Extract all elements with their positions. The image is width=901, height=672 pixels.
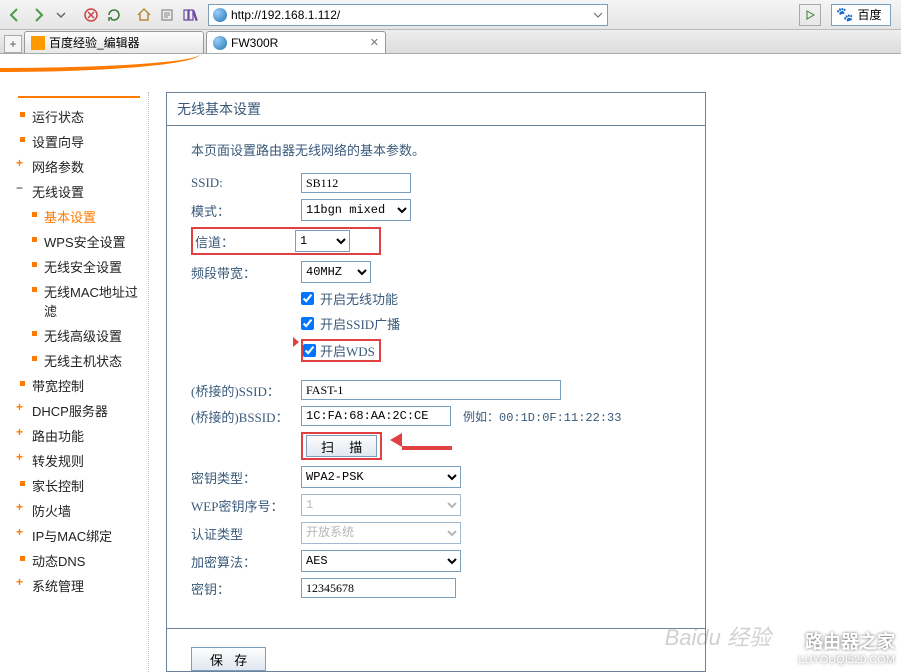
- bandwidth-label: 频段带宽：: [191, 263, 301, 282]
- key-type-label: 密钥类型：: [191, 468, 301, 487]
- baidu-watermark: Baidu 经验: [665, 620, 771, 652]
- sidebar-item-host-status[interactable]: 无线主机状态: [30, 348, 140, 373]
- tab-label: FW300R: [231, 36, 278, 50]
- reload-button[interactable]: [103, 4, 125, 26]
- mode-label: 模式：: [191, 201, 301, 220]
- library-button[interactable]: [179, 4, 201, 26]
- enable-wifi-checkbox[interactable]: [301, 292, 314, 305]
- arrow-marker-icon: [293, 337, 299, 347]
- favicon-icon: [213, 36, 227, 50]
- sidebar-item-mac-filter[interactable]: 无线MAC地址过滤: [30, 279, 140, 323]
- ssid-input[interactable]: [301, 173, 411, 193]
- enable-wifi-label: 开启无线功能: [320, 289, 398, 308]
- bridge-bssid-label: (桥接的)BSSID：: [191, 407, 301, 426]
- mode-select[interactable]: 11bgn mixed: [301, 199, 411, 221]
- browser-toolbar: 🐾 百度: [0, 0, 901, 30]
- sidebar-item-wireless-security[interactable]: 无线安全设置: [30, 254, 140, 279]
- home-button[interactable]: [133, 4, 155, 26]
- password-input[interactable]: [301, 578, 456, 598]
- sidebar-item-system[interactable]: 系统管理: [18, 573, 140, 598]
- wep-index-label: WEP密钥序号：: [191, 496, 301, 515]
- sidebar-nav: 运行状态 设置向导 网络参数 无线设置 基本设置 WPS安全设置 无线安全设置 …: [0, 92, 140, 672]
- sidebar-item-wizard[interactable]: 设置向导: [18, 129, 140, 154]
- stop-button[interactable]: [80, 4, 102, 26]
- search-engine-label: 百度: [857, 6, 881, 23]
- channel-select[interactable]: 1: [295, 230, 350, 252]
- panel-hint: 本页面设置路由器无线网络的基本参数。: [191, 140, 681, 159]
- bridge-bssid-input[interactable]: [301, 406, 451, 426]
- brand-arc: [0, 54, 200, 72]
- sidebar-item-dhcp[interactable]: DHCP服务器: [18, 398, 140, 423]
- vertical-divider: [148, 92, 158, 672]
- close-tab-icon[interactable]: ✕: [370, 36, 379, 49]
- site-icon: [213, 8, 227, 22]
- wds-highlight: 开启WDS: [301, 339, 381, 362]
- tab-fw300r[interactable]: FW300R ✕: [206, 31, 386, 53]
- bridge-ssid-input[interactable]: [301, 380, 561, 400]
- enable-ssid-label: 开启SSID广播: [320, 314, 400, 333]
- bridge-ssid-label: (桥接的)SSID：: [191, 381, 301, 400]
- search-box[interactable]: 🐾 百度: [831, 4, 891, 26]
- sidebar-item-wps[interactable]: WPS安全设置: [30, 229, 140, 254]
- encrypt-label: 加密算法：: [191, 552, 301, 571]
- dropdown-history-button[interactable]: [50, 4, 72, 26]
- panel-divider: [167, 628, 705, 629]
- save-button[interactable]: 保 存: [191, 647, 266, 671]
- url-input[interactable]: [231, 6, 589, 24]
- enable-ssid-checkbox[interactable]: [301, 317, 314, 330]
- ssid-label: SSID:: [191, 175, 301, 191]
- encrypt-select[interactable]: AES: [301, 550, 461, 572]
- tab-label: 百度经验_编辑器: [49, 34, 140, 51]
- url-dropdown-icon[interactable]: [593, 10, 603, 20]
- tab-baidu-editor[interactable]: 百度经验_编辑器: [24, 31, 204, 53]
- baidu-paw-icon: 🐾: [836, 6, 853, 23]
- new-tab-button[interactable]: +: [4, 35, 22, 53]
- panel-title: 无线基本设置: [167, 93, 705, 126]
- sidebar-item-wireless[interactable]: 无线设置: [18, 179, 140, 204]
- favicon-icon: [31, 36, 45, 50]
- settings-panel: 无线基本设置 本页面设置路由器无线网络的基本参数。 SSID: 模式： 11bg…: [166, 92, 706, 672]
- site-watermark: 路由器之家 LUYOUQI520.COM: [798, 628, 895, 666]
- password-label: 密钥：: [191, 579, 301, 598]
- scan-highlight: 扫 描: [301, 432, 382, 460]
- key-type-select[interactable]: WPA2-PSK: [301, 466, 461, 488]
- back-button[interactable]: [4, 4, 26, 26]
- forward-button[interactable]: [27, 4, 49, 26]
- sidebar-item-bandwidth[interactable]: 带宽控制: [18, 373, 140, 398]
- sidebar-item-firewall[interactable]: 防火墙: [18, 498, 140, 523]
- go-button[interactable]: [799, 4, 821, 26]
- feed-button[interactable]: [156, 4, 178, 26]
- enable-wds-label: 开启WDS: [320, 341, 375, 360]
- bandwidth-select[interactable]: 40MHZ: [301, 261, 371, 283]
- sidebar-item-network[interactable]: 网络参数: [18, 154, 140, 179]
- sidebar-item-ddns[interactable]: 动态DNS: [18, 548, 140, 573]
- address-bar[interactable]: [208, 4, 608, 26]
- tab-bar: + 百度经验_编辑器 FW300R ✕: [0, 30, 901, 54]
- sidebar-item-ipmac[interactable]: IP与MAC绑定: [18, 523, 140, 548]
- scan-button[interactable]: 扫 描: [306, 435, 377, 457]
- channel-highlight: 信道： 1: [191, 227, 381, 255]
- sidebar-item-forwarding[interactable]: 转发规则: [18, 448, 140, 473]
- arrow-annotation-icon: [402, 438, 452, 454]
- sidebar-item-status[interactable]: 运行状态: [18, 104, 140, 129]
- sidebar-item-advanced[interactable]: 无线高级设置: [30, 323, 140, 348]
- wep-index-select: 1: [301, 494, 461, 516]
- sidebar-item-parental[interactable]: 家长控制: [18, 473, 140, 498]
- channel-label: 信道：: [195, 232, 295, 251]
- auth-type-label: 认证类型: [191, 524, 301, 543]
- sidebar-item-routing[interactable]: 路由功能: [18, 423, 140, 448]
- sidebar-item-basic-settings[interactable]: 基本设置: [30, 204, 140, 229]
- bssid-example: 例如：00:1D:0F:11:22:33: [463, 408, 621, 425]
- auth-type-select: 开放系统: [301, 522, 461, 544]
- enable-wds-checkbox[interactable]: [303, 344, 316, 357]
